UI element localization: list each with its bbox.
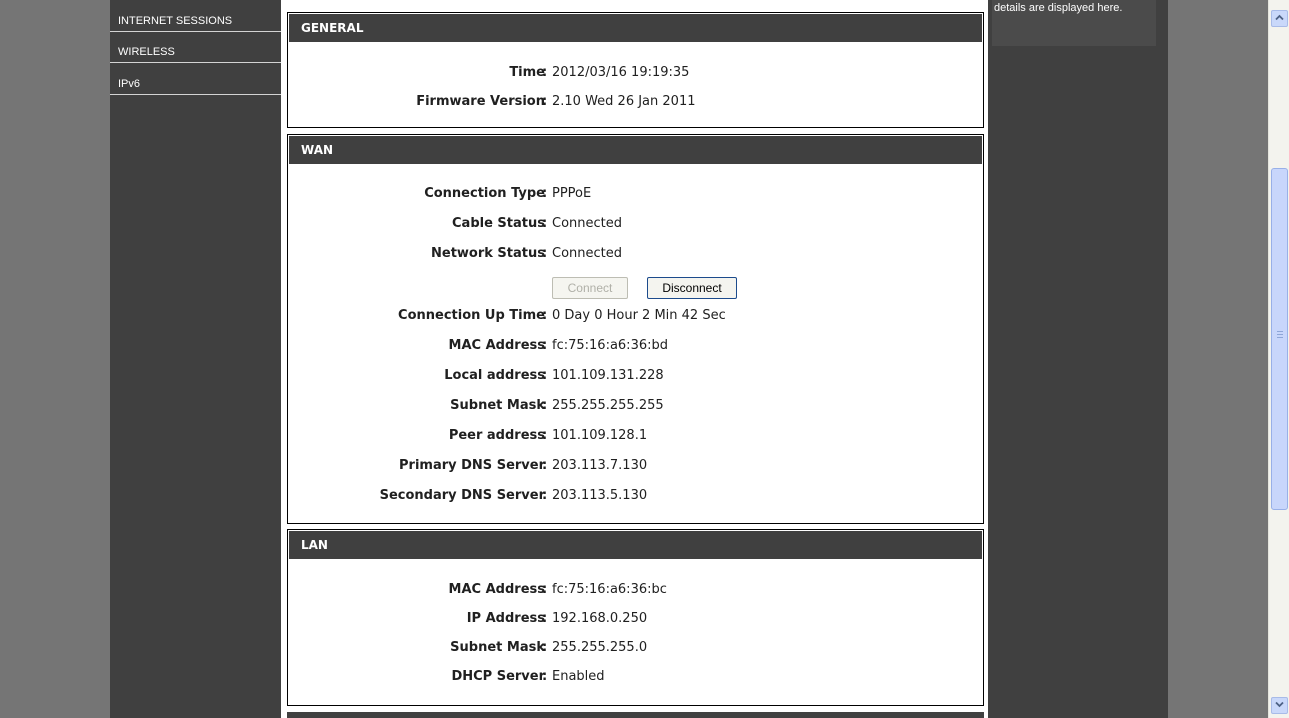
secondary-dns-label: Secondary DNS Server xyxy=(379,488,545,503)
scroll-down-button[interactable] xyxy=(1271,697,1288,714)
connection-up-time-row: Connection Up Time : 0 Day 0 Hour 2 Min … xyxy=(288,306,983,326)
dhcp-server-value: Enabled xyxy=(552,669,605,684)
peer-address-value: 101.109.128.1 xyxy=(552,428,648,443)
lan-subnet-value: 255.255.255.0 xyxy=(552,640,648,655)
separator: : xyxy=(542,458,548,473)
wan-mac-label: MAC Address xyxy=(448,338,545,353)
connection-type-row: Connection Type : PPPoE xyxy=(288,184,983,204)
connect-button: Connect xyxy=(552,277,628,299)
lan-section: LAN MAC Address : fc:75:16:a6:36:bc IP A… xyxy=(287,529,984,706)
scroll-down-icon xyxy=(1275,701,1284,708)
lan-ip-row: IP Address : 192.168.0.250 xyxy=(288,609,983,629)
sidebar-item-internet-sessions[interactable]: INTERNET SESSIONS xyxy=(110,10,281,32)
separator: : xyxy=(542,65,548,80)
separator: : xyxy=(542,640,548,655)
dhcp-server-label: DHCP Server xyxy=(451,669,545,684)
separator: : xyxy=(542,246,548,261)
cable-status-row: Cable Status : Connected xyxy=(288,214,983,234)
help-panel: details are displayed here. xyxy=(988,0,1168,718)
wan-subnet-label: Subnet Mask xyxy=(450,398,545,413)
wan-button-row: Connect Disconnect xyxy=(288,277,983,299)
connection-type-label: Connection Type xyxy=(424,186,545,201)
separator: : xyxy=(542,428,548,443)
separator: : xyxy=(542,186,548,201)
connection-type-value: PPPoE xyxy=(552,186,592,201)
firmware-value: 2.10 Wed 26 Jan 2011 xyxy=(552,94,696,109)
separator: : xyxy=(542,94,548,109)
lan-subnet-label: Subnet Mask xyxy=(450,640,545,655)
wan-subnet-value: 255.255.255.255 xyxy=(552,398,664,413)
network-status-value: Connected xyxy=(552,246,623,261)
primary-dns-label: Primary DNS Server xyxy=(399,458,545,473)
wan-section: WAN Connection Type : PPPoE Cable Status… xyxy=(287,134,984,524)
cable-status-label: Cable Status xyxy=(452,216,545,231)
network-status-label: Network Status xyxy=(431,246,545,261)
connection-up-time-label: Connection Up Time xyxy=(398,308,545,323)
cable-status-value: Connected xyxy=(552,216,623,231)
wan-subnet-row: Subnet Mask : 255.255.255.255 xyxy=(288,396,983,416)
time-label: Time xyxy=(509,65,545,80)
router-status-page: INTERNET SESSIONS WIRELESS IPv6 GENERAL … xyxy=(0,0,1268,718)
general-section: GENERAL Time : 2012/03/16 19:19:35 Firmw… xyxy=(287,12,984,128)
primary-dns-row: Primary DNS Server : 203.113.7.130 xyxy=(288,456,983,476)
time-value: 2012/03/16 19:19:35 xyxy=(552,65,690,80)
lan-subnet-row: Subnet Mask : 255.255.255.0 xyxy=(288,638,983,658)
scroll-thumb[interactable] xyxy=(1271,168,1288,510)
separator: : xyxy=(542,368,548,383)
peer-address-row: Peer address : 101.109.128.1 xyxy=(288,426,983,446)
network-status-row: Network Status : Connected xyxy=(288,244,983,264)
separator: : xyxy=(542,308,548,323)
wan-section-title: WAN xyxy=(289,136,982,164)
separator: : xyxy=(542,216,548,231)
main-content: GENERAL Time : 2012/03/16 19:19:35 Firmw… xyxy=(281,0,988,718)
thumb-grip-line xyxy=(1277,334,1283,335)
scroll-up-icon xyxy=(1275,14,1284,21)
secondary-dns-row: Secondary DNS Server : 203.113.5.130 xyxy=(288,486,983,506)
next-section-header xyxy=(287,712,984,718)
time-row: Time : 2012/03/16 19:19:35 xyxy=(288,63,983,83)
lan-mac-label: MAC Address xyxy=(448,582,545,597)
local-address-label: Local address xyxy=(444,368,545,383)
separator: : xyxy=(542,398,548,413)
lan-section-title: LAN xyxy=(289,531,982,559)
general-section-title: GENERAL xyxy=(289,14,982,42)
separator: : xyxy=(542,582,548,597)
firmware-label: Firmware Version xyxy=(416,94,545,109)
scroll-up-button[interactable] xyxy=(1271,10,1288,27)
connection-up-time-value: 0 Day 0 Hour 2 Min 42 Sec xyxy=(552,308,726,323)
wan-mac-row: MAC Address : fc:75:16:a6:36:bd xyxy=(288,336,983,356)
sidebar: INTERNET SESSIONS WIRELESS IPv6 xyxy=(110,0,281,718)
thumb-grip-line xyxy=(1277,337,1283,338)
separator: : xyxy=(542,611,548,626)
separator: : xyxy=(542,488,548,503)
local-address-row: Local address : 101.109.131.228 xyxy=(288,366,983,386)
wan-mac-value: fc:75:16:a6:36:bd xyxy=(552,338,668,353)
secondary-dns-value: 203.113.5.130 xyxy=(552,488,648,503)
firmware-row: Firmware Version : 2.10 Wed 26 Jan 2011 xyxy=(288,92,983,112)
thumb-grip-line xyxy=(1277,331,1283,332)
lan-ip-label: IP Address xyxy=(466,611,545,626)
local-address-value: 101.109.131.228 xyxy=(552,368,664,383)
sidebar-item-wireless[interactable]: WIRELESS xyxy=(110,41,281,63)
lan-ip-value: 192.168.0.250 xyxy=(552,611,648,626)
lan-mac-row: MAC Address : fc:75:16:a6:36:bc xyxy=(288,580,983,600)
lan-mac-value: fc:75:16:a6:36:bc xyxy=(552,582,667,597)
separator: : xyxy=(542,669,548,684)
peer-address-label: Peer address xyxy=(448,428,545,443)
vertical-scrollbar[interactable] xyxy=(1268,0,1289,718)
primary-dns-value: 203.113.7.130 xyxy=(552,458,648,473)
separator: : xyxy=(542,338,548,353)
disconnect-button[interactable]: Disconnect xyxy=(647,277,737,299)
dhcp-server-row: DHCP Server : Enabled xyxy=(288,667,983,687)
help-text: details are displayed here. xyxy=(992,0,1156,46)
sidebar-item-ipv6[interactable]: IPv6 xyxy=(110,73,281,95)
